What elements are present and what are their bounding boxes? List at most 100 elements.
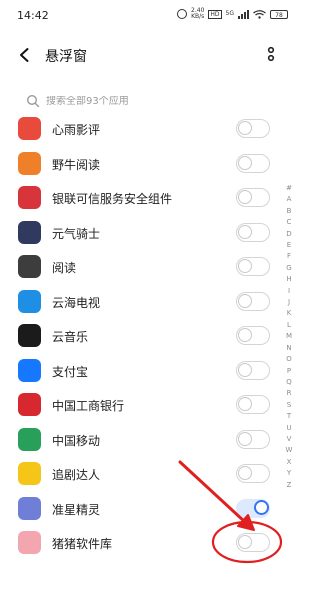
app-name: 元气骑士 [52,226,101,241]
alphabet-letter[interactable]: D [286,229,291,240]
alphabet-letter[interactable]: U [286,423,291,434]
zhuiju-app-icon [18,462,41,485]
battery-icon: 78 [270,9,288,19]
alphabet-letter[interactable]: P [287,366,291,377]
search-bar[interactable] [20,89,282,113]
unionpay-app-icon [18,186,41,209]
alphabet-letter[interactable]: W [286,445,293,456]
reading-app-icon [18,255,41,278]
cloud-music-app-icon [18,324,41,347]
floating-window-toggle[interactable] [236,291,270,311]
alphabet-letter[interactable]: L [287,320,291,331]
wifi-icon [253,9,266,19]
app-name: 猪猪软件库 [52,537,113,551]
floating-window-toggle[interactable] [236,119,270,138]
more-options-icon[interactable] [266,46,276,66]
app-row: 追剧达人 [0,458,300,493]
alphabet-letter[interactable]: T [287,411,291,422]
floating-window-toggle[interactable] [236,429,270,449]
toggle-knob [238,466,252,480]
alphabet-letter[interactable]: E [287,240,291,251]
toggle-knob [238,224,252,239]
alphabet-letter[interactable]: Y [287,468,291,479]
app-row: 猪猪软件库 [0,527,300,562]
network-speed: 2.40 KB/s [191,8,204,20]
app-bar: 悬浮窗 [0,36,300,76]
toggle-knob [238,190,252,204]
floating-window-toggle[interactable] [236,533,270,552]
app-name: 云海电视 [52,295,101,310]
alphabet-letter[interactable]: # [286,183,292,194]
alphabet-letter[interactable]: A [287,194,292,205]
app-row: 云音乐 [0,320,300,355]
alphabet-letter[interactable]: I [288,286,290,297]
alphabet-letter[interactable]: J [288,297,290,308]
alphabet-letter[interactable]: S [287,400,291,411]
app-row: 支付宝 [0,355,300,390]
alphabet-letter[interactable]: O [286,354,292,365]
floating-window-toggle[interactable] [236,257,270,276]
back-arrow-icon[interactable] [16,46,34,64]
app-name: 阅读 [52,261,77,275]
floating-window-toggle[interactable] [236,188,270,207]
floating-window-toggle[interactable] [236,326,270,345]
alphabet-letter[interactable]: R [287,388,292,399]
toggle-knob [238,259,252,273]
toggle-knob [238,328,252,342]
alipay-app-icon [18,358,41,382]
app-row: 准星精灵 [0,493,300,528]
search-icon [26,94,40,108]
alphabet-index[interactable]: # A B C D E F G H I J K L M N O P Q R S T U V W X Y Z [283,183,295,491]
floating-window-toggle[interactable] [236,498,270,518]
toggle-knob [238,155,252,170]
floating-window-toggle[interactable] [236,395,270,414]
app-name: 追剧达人 [52,468,101,482]
toggle-knob [238,362,252,377]
page-title: 悬浮窗 [45,49,87,65]
alphabet-letter[interactable]: X [287,457,292,468]
alarm-icon [177,9,188,19]
floating-window-toggle[interactable] [236,464,270,483]
status-icons: 2.40 KB/s HD 5G 78 [177,8,288,20]
alphabet-letter[interactable]: Z [287,480,292,491]
alphabet-letter[interactable]: B [287,206,292,217]
alphabet-letter[interactable]: F [287,251,291,262]
app-row: 银联可信服务安全组件 [0,182,300,217]
toggle-knob [238,397,252,411]
app-row: 野牛阅读 [0,148,300,183]
app-row: 中国移动 [0,424,300,459]
alphabet-letter[interactable]: K [287,308,292,319]
floating-window-toggle[interactable] [236,360,270,380]
floating-window-toggle[interactable] [236,222,270,242]
network-speed-unit: KB/s [191,13,205,20]
status-time: 14:42 [17,9,49,22]
alphabet-letter[interactable]: C [287,217,292,228]
toggle-knob [238,535,252,549]
yunhai-tv-app-icon [18,289,41,313]
app-name: 支付宝 [52,364,89,379]
app-row: 元气骑士 [0,217,300,252]
app-list: 心雨影评野牛阅读银联可信服务安全组件 元气骑士阅读云海电视云音乐支付宝中国工商银行… [0,113,300,562]
alphabet-letter[interactable]: G [286,263,291,274]
alphabet-letter[interactable]: N [286,343,291,354]
app-name: 准星精灵 [52,502,101,517]
network-type: 5G [225,10,234,17]
search-input[interactable] [46,95,266,107]
app-name: 中国移动 [52,433,101,448]
toggle-knob [238,431,252,446]
toggle-knob [254,499,269,515]
hd-badge: HD [208,9,222,19]
alphabet-letter[interactable]: V [287,434,292,445]
alphabet-letter[interactable]: Q [286,377,292,388]
xinyu-app-icon [18,117,41,140]
app-name: 心雨影评 [52,123,101,137]
alphabet-letter[interactable]: M [286,331,292,342]
app-name: 银联可信服务安全组件 [52,192,173,206]
app-name: 中国工商银行 [52,399,125,413]
alphabet-letter[interactable]: H [286,274,291,285]
signal-icon [238,9,249,19]
yeniu-app-icon [18,151,41,175]
app-name: 云音乐 [52,330,89,344]
status-bar: 14:42 2.40 KB/s HD 5G 78 [0,0,300,30]
floating-window-toggle[interactable] [236,153,270,173]
